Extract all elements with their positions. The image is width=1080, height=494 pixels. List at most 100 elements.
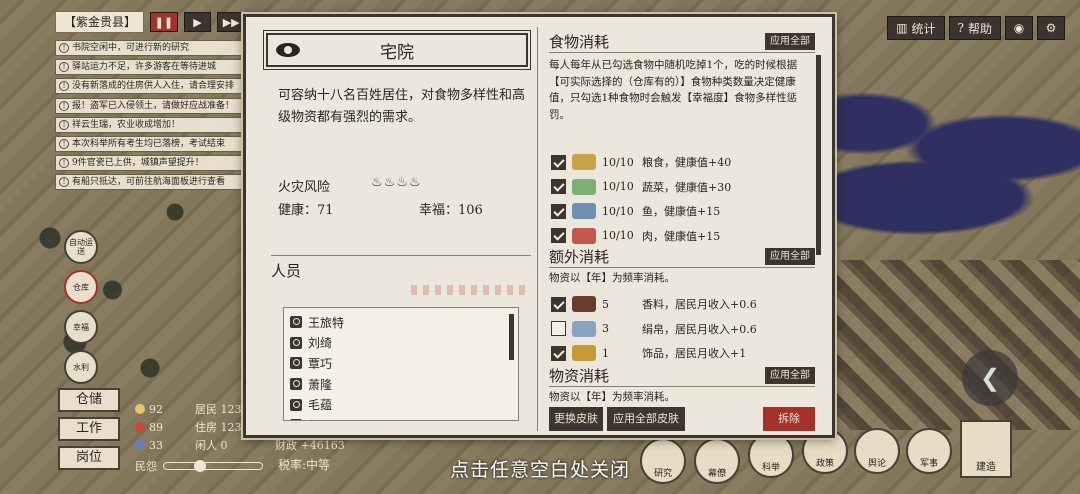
extra-apply-all-button[interactable]: 应用全部: [765, 248, 815, 265]
item-checkbox[interactable]: [551, 179, 566, 194]
statistics-button[interactable]: ▥ 统计: [887, 16, 945, 40]
person-row[interactable]: 贺嫣宁: [284, 415, 518, 420]
consumption-scroll-area[interactable]: 食物消耗 应用全部 每人每年从已勾选食物中随机吃掉1个，吃的时候根据【可实际选择…: [541, 27, 823, 407]
notification-text: 报！盗军已入侵领土，请做好应战准备！: [72, 100, 235, 111]
decorative-border: [411, 285, 531, 295]
notification-text: 本次科举所有考生均已落榜，考试结束: [72, 138, 226, 149]
item-effect: 香料，居民月收入+0.6: [642, 298, 757, 311]
storage-button[interactable]: 仓储: [58, 388, 120, 412]
notification-text: 有船只抵达，可前往航海面板进行查看: [72, 177, 226, 188]
warehouse-icon[interactable]: 仓库: [64, 270, 98, 304]
building-detail-panel: 宅院 可容纳十八名百姓居住，对食物多样性和高级物资都有强烈的需求。 火灾风险 ♨…: [243, 14, 835, 438]
apply-all-skin-button[interactable]: 应用全部皮肤: [607, 407, 685, 431]
notification-text: 祥云生瑞，农业收成增加！: [72, 119, 181, 130]
item-effect: 饰品，居民月收入+1: [642, 347, 747, 360]
notification-item[interactable]: ! 报！盗军已入侵领土，请做好应战准备！: [55, 97, 250, 114]
work-button[interactable]: 工作: [58, 417, 120, 441]
notification-text: 9件官瓷已上供，城镇声望提升！: [72, 158, 204, 169]
person-row[interactable]: 王旅特: [284, 312, 518, 333]
chart-icon: ▥: [896, 21, 908, 35]
search-icon[interactable]: [290, 419, 302, 420]
notification-list: ! 书院空闲中，可进行新的研究 ! 驿站运力不足，许多游客在等待进城 ! 没有新落成的住房…: [55, 40, 250, 194]
settings-button[interactable]: ⚙: [1037, 16, 1065, 40]
search-icon[interactable]: [290, 336, 302, 349]
question-icon: ?: [957, 21, 964, 35]
item-checkbox[interactable]: [551, 203, 566, 219]
pause-button[interactable]: ❚❚: [150, 12, 178, 32]
notification-item[interactable]: ! 祥云生瑞，农业收成增加！: [55, 116, 250, 133]
gear-icon: ⚙: [1045, 21, 1057, 35]
county-name: 【紫金贵县】: [55, 11, 145, 33]
back-arrow-button[interactable]: ❮: [962, 350, 1018, 406]
notification-item[interactable]: ! 本次科举所有考生均已落榜，考试结束: [55, 135, 250, 152]
notification-item[interactable]: ! 9件官瓷已上供，城镇声望提升！: [55, 155, 250, 172]
panel-divider: [537, 27, 538, 431]
fast-forward-button[interactable]: ▶▶: [217, 12, 246, 32]
food-description: 每人每年从已勾选食物中随机吃掉1个，吃的时候根据【可实际选择的（仓库有的）】食物…: [549, 59, 798, 121]
person-list-scrollbar[interactable]: [509, 314, 514, 360]
person-row[interactable]: 刘绮: [284, 333, 518, 354]
health-stat: 健康：71: [278, 203, 334, 218]
notification-text: 驿站运力不足，许多游客在等待进城: [72, 62, 217, 73]
play-button[interactable]: ▶: [183, 12, 212, 32]
side-icon-column: 自动运送仓库幸福水利: [64, 230, 104, 390]
search-icon[interactable]: [290, 316, 302, 329]
material-apply-all-button[interactable]: 应用全部: [765, 367, 815, 384]
person-name: 贺嫣宁: [308, 417, 344, 420]
idle-label: 闲人 0: [195, 439, 228, 452]
item-effect: 鱼，健康值+15: [642, 205, 721, 218]
eye-icon: ◉: [1013, 21, 1025, 35]
search-icon[interactable]: [290, 357, 302, 370]
item-checkbox[interactable]: [551, 228, 566, 243]
person-row[interactable]: 萧隆: [284, 374, 518, 395]
food-apply-all-button[interactable]: 应用全部: [765, 33, 815, 50]
grain-icon: [572, 154, 596, 170]
title-box: 宅院: [263, 30, 531, 70]
notification-item[interactable]: ! 驿站运力不足，许多游客在等待进城: [55, 59, 250, 76]
change-skin-button[interactable]: 更换皮肤: [549, 407, 603, 431]
fire-risk-label: 火灾风险: [278, 180, 331, 195]
resident-label: 居民 123: [195, 403, 242, 416]
item-effect: 肉，健康值+15: [642, 229, 721, 243]
person-list[interactable]: 王旅特刘绮覃巧萧隆毛蕴贺嫣宁: [283, 307, 519, 421]
notification-item[interactable]: ! 没有新落成的住房供人入住，请合理安排: [55, 78, 250, 95]
building-info: 宅院 可容纳十八名百姓居住，对食物多样性和高级物资都有强烈的需求。 火灾风险 ♨…: [256, 27, 532, 431]
housing-label: 住房 123: [195, 421, 242, 434]
item-effect: 绢帛，居民月收入+0.6: [642, 322, 757, 336]
auto-transport-icon[interactable]: 自动运送: [64, 230, 98, 264]
consumption-panel: 食物消耗 应用全部 每人每年从已勾选食物中随机吃掉1个，吃的时候根据【可实际选择…: [541, 27, 823, 431]
notification-item[interactable]: ! 书院空闲中，可进行新的研究: [55, 40, 250, 56]
jewel-icon: [572, 345, 596, 361]
demolish-button[interactable]: 拆除: [763, 407, 815, 431]
material-section-title: 物资消耗: [549, 367, 610, 385]
item-count: 5: [602, 297, 609, 311]
building-title: 宅院: [380, 42, 414, 63]
material-section-header: 物资消耗 应用全部: [549, 365, 815, 387]
person-row[interactable]: 毛蕴: [284, 394, 518, 415]
view-toggle-button[interactable]: ◉: [1005, 16, 1033, 40]
panel-bottom-buttons: 更换皮肤 应用全部皮肤 拆除: [541, 407, 823, 431]
consumption-scrollbar[interactable]: [816, 55, 821, 255]
notification-text: 没有新落成的住房供人入住，请合理安排: [72, 81, 235, 92]
food-section-header: 食物消耗 应用全部: [549, 31, 815, 53]
help-button[interactable]: ? 帮助: [948, 16, 1001, 40]
water-icon[interactable]: 水利: [64, 350, 98, 384]
material-description: 物资以【年】为频率消耗。: [549, 391, 675, 403]
food-value: 92: [149, 402, 163, 416]
search-icon[interactable]: [290, 378, 302, 391]
happiness-icon[interactable]: 幸福: [64, 310, 98, 344]
item-count: 1: [602, 346, 609, 360]
item-checkbox[interactable]: [551, 345, 566, 361]
item-checkbox[interactable]: [551, 154, 566, 170]
building-description: 可容纳十八名百姓居住，对食物多样性和高级物资都有强烈的需求。: [278, 88, 526, 125]
fish-icon: [572, 203, 596, 219]
item-checkbox[interactable]: [551, 296, 566, 312]
item-checkbox[interactable]: [551, 321, 566, 336]
fire-risk-icons: ♨♨♨♨: [371, 175, 422, 190]
search-icon[interactable]: [290, 398, 302, 411]
person-row[interactable]: 覃巧: [284, 353, 518, 374]
persons-heading: 人员: [271, 255, 531, 283]
idle-icon: [135, 440, 145, 450]
notification-item[interactable]: ! 有船只抵达，可前往航海面板进行查看: [55, 174, 250, 191]
extra-section-header: 额外消耗 应用全部: [549, 246, 815, 268]
